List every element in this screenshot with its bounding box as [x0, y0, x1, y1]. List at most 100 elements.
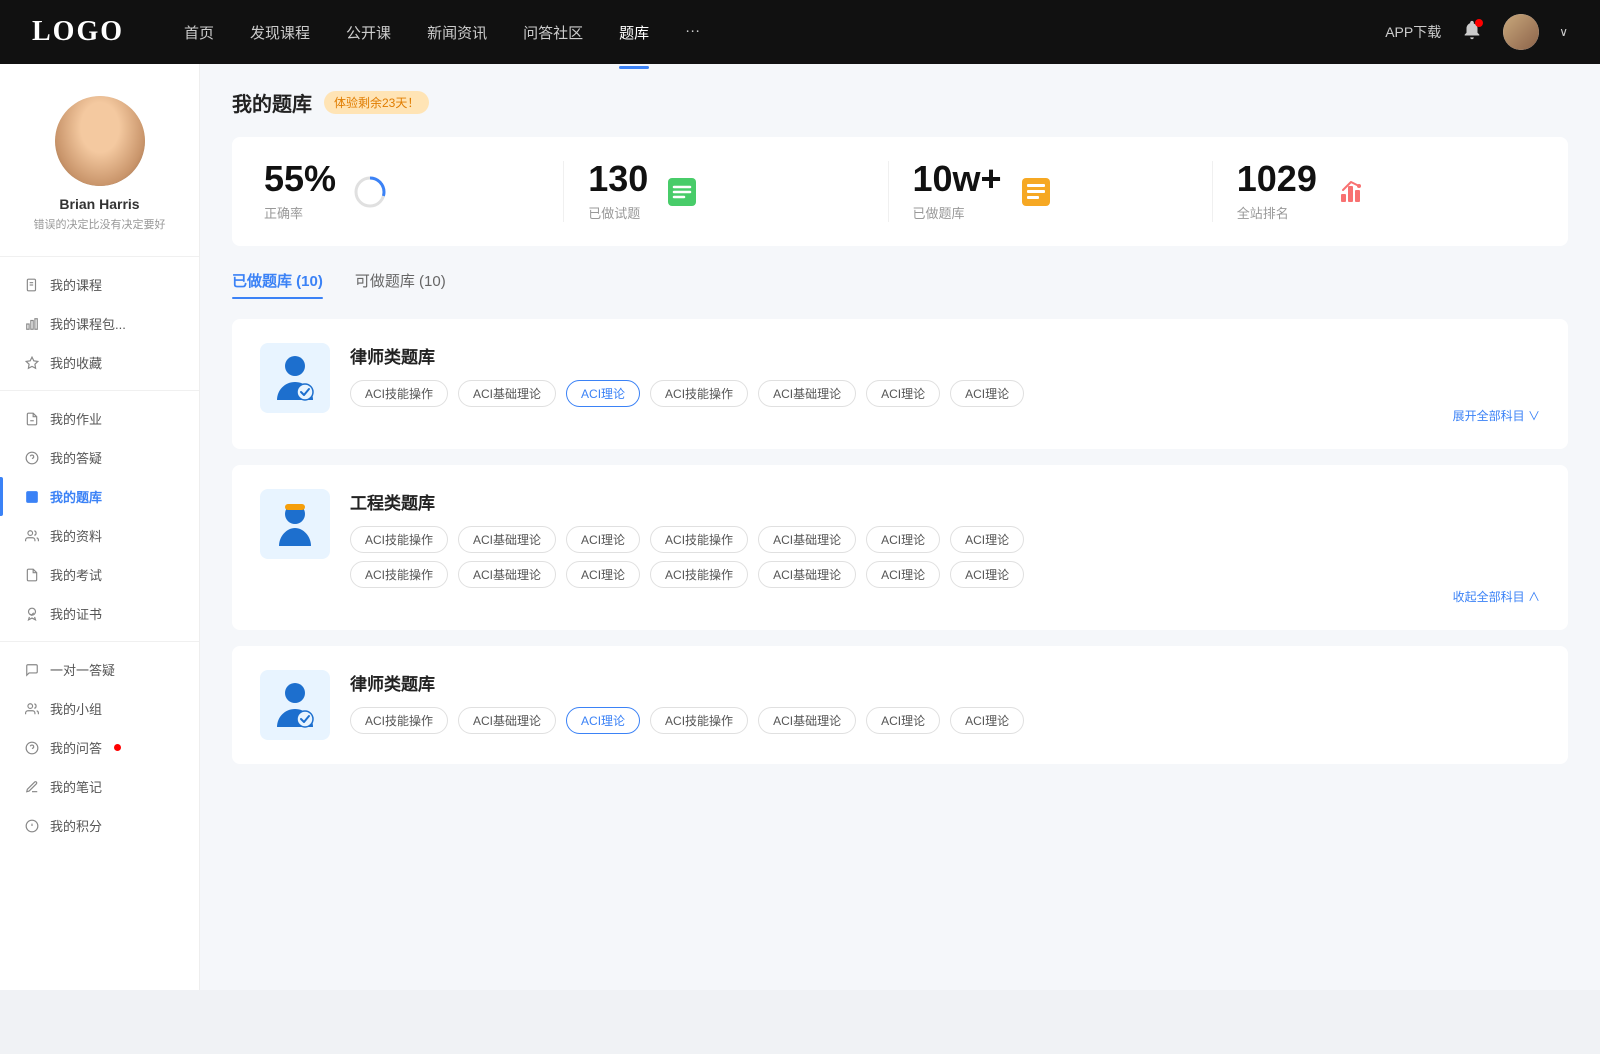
tag-6[interactable]: ACI理论 [866, 380, 940, 407]
sidebar-divider-3 [0, 641, 199, 642]
engineer-figure-icon [269, 498, 321, 550]
sidebar-item-notes[interactable]: 我的笔记 [0, 767, 199, 806]
profile-icon [24, 528, 40, 544]
sidebar-item-course-package[interactable]: 我的课程包... [0, 304, 199, 343]
sidebar-item-homework[interactable]: 我的作业 [0, 399, 199, 438]
etag-r2-4[interactable]: ACI技能操作 [650, 561, 748, 588]
ltag2-4[interactable]: ACI技能操作 [650, 707, 748, 734]
sidebar-item-certificate[interactable]: 我的证书 [0, 594, 199, 633]
nav-open-course[interactable]: 公开课 [346, 18, 391, 47]
sidebar-item-favorites[interactable]: 我的收藏 [0, 343, 199, 382]
sidebar-item-points[interactable]: 我的积分 [0, 806, 199, 845]
etag-7[interactable]: ACI理论 [950, 526, 1024, 553]
stat-banks-number-area: 10w+ 已做题库 [913, 161, 1002, 222]
etag-2[interactable]: ACI基础理论 [458, 526, 556, 553]
qbank-icon-engineer [260, 489, 330, 559]
layout: Brian Harris 错误的决定比没有决定要好 我的课程 我的课程包... [0, 64, 1600, 990]
etag-r2-3[interactable]: ACI理论 [566, 561, 640, 588]
expand-link-lawyer-1[interactable]: 展开全部科目 ∨ [1453, 409, 1540, 423]
stat-done-banks: 10w+ 已做题库 [889, 161, 1213, 222]
sidebar-label: 我的收藏 [50, 353, 102, 372]
ltag2-3-active[interactable]: ACI理论 [566, 707, 640, 734]
collapse-link-engineer[interactable]: 收起全部科目 ∧ [1453, 590, 1540, 604]
ltag2-7[interactable]: ACI理论 [950, 707, 1024, 734]
avatar-image [1503, 14, 1539, 50]
qbank-title-lawyer-2: 律师类题库 [350, 670, 1540, 695]
tab-available[interactable]: 可做题库 (10) [355, 270, 446, 299]
sidebar-item-my-courses[interactable]: 我的课程 [0, 265, 199, 304]
sidebar-item-one-on-one[interactable]: 一对一答疑 [0, 650, 199, 689]
nav-more[interactable]: ··· [685, 18, 700, 47]
ltag2-1[interactable]: ACI技能操作 [350, 707, 448, 734]
tag-3-active[interactable]: ACI理论 [566, 380, 640, 407]
nav-question-bank[interactable]: 题库 [619, 18, 649, 47]
tag-2[interactable]: ACI基础理论 [458, 380, 556, 407]
stat-ranking-label: 全站排名 [1237, 203, 1317, 222]
etag-4[interactable]: ACI技能操作 [650, 526, 748, 553]
notification-bell[interactable] [1461, 19, 1483, 46]
stat-done-number: 130 [588, 161, 648, 197]
sidebar-item-my-qa[interactable]: 我的问答 [0, 728, 199, 767]
sidebar-item-profile[interactable]: 我的资料 [0, 516, 199, 555]
etag-r2-7[interactable]: ACI理论 [950, 561, 1024, 588]
etag-r2-1[interactable]: ACI技能操作 [350, 561, 448, 588]
stat-accuracy-number: 55% [264, 161, 336, 197]
sidebar-label: 我的积分 [50, 816, 102, 835]
qbank-icon-lawyer-2 [260, 670, 330, 740]
notes-icon [24, 779, 40, 795]
nav-home[interactable]: 首页 [184, 18, 214, 47]
sidebar-item-qa[interactable]: 我的答疑 [0, 438, 199, 477]
tag-4[interactable]: ACI技能操作 [650, 380, 748, 407]
nav: 首页 发现课程 公开课 新闻资讯 问答社区 题库 ··· [184, 18, 1385, 47]
qbank-icon-lawyer [260, 343, 330, 413]
qbank-content-lawyer-1: 律师类题库 ACI技能操作 ACI基础理论 ACI理论 ACI技能操作 ACI基… [350, 343, 1540, 425]
sidebar-item-question-bank[interactable]: 我的题库 [0, 477, 199, 516]
tag-1[interactable]: ACI技能操作 [350, 380, 448, 407]
bank-stat-icon [1020, 176, 1052, 208]
notes-stat-icon [666, 176, 698, 208]
done-questions-icon-area [662, 172, 702, 212]
etag-r2-6[interactable]: ACI理论 [866, 561, 940, 588]
tab-done[interactable]: 已做题库 (10) [232, 270, 323, 299]
etag-5[interactable]: ACI基础理论 [758, 526, 856, 553]
user-dropdown-arrow[interactable]: ∨ [1559, 25, 1568, 39]
sidebar-label: 我的课程 [50, 275, 102, 294]
logo[interactable]: LOGO [32, 16, 124, 48]
sidebar-item-exam[interactable]: 我的考试 [0, 555, 199, 594]
header: LOGO 首页 发现课程 公开课 新闻资讯 问答社区 题库 ··· APP下载 … [0, 0, 1600, 64]
etag-1[interactable]: ACI技能操作 [350, 526, 448, 553]
user-avatar [55, 96, 145, 186]
etag-3[interactable]: ACI理论 [566, 526, 640, 553]
stat-accuracy: 55% 正确率 [264, 161, 564, 222]
sidebar-label: 我的答疑 [50, 448, 102, 467]
bar-chart-icon [24, 316, 40, 332]
nav-discover[interactable]: 发现课程 [250, 18, 310, 47]
sidebar-label: 我的小组 [50, 699, 102, 718]
ltag2-5[interactable]: ACI基础理论 [758, 707, 856, 734]
tag-5[interactable]: ACI基础理论 [758, 380, 856, 407]
header-right: APP下载 ∨ [1385, 14, 1568, 50]
etag-r2-5[interactable]: ACI基础理论 [758, 561, 856, 588]
pie-chart-icon [352, 174, 388, 210]
sidebar-item-group[interactable]: 我的小组 [0, 689, 199, 728]
tag-7[interactable]: ACI理论 [950, 380, 1024, 407]
etag-r2-2[interactable]: ACI基础理论 [458, 561, 556, 588]
app-download-link[interactable]: APP下载 [1385, 22, 1441, 42]
sidebar-label: 我的课程包... [50, 314, 126, 333]
qbank-icon [24, 489, 40, 505]
sidebar-menu: 我的课程 我的课程包... 我的收藏 我的作业 [0, 265, 199, 845]
accuracy-icon-area [350, 172, 390, 212]
sidebar: Brian Harris 错误的决定比没有决定要好 我的课程 我的课程包... [0, 64, 200, 990]
homework-icon [24, 411, 40, 427]
user-avatar-area: Brian Harris 错误的决定比没有决定要好 [34, 96, 166, 232]
nav-news[interactable]: 新闻资讯 [427, 18, 487, 47]
avatar[interactable] [1503, 14, 1539, 50]
ltag2-2[interactable]: ACI基础理论 [458, 707, 556, 734]
etag-6[interactable]: ACI理论 [866, 526, 940, 553]
ltag2-6[interactable]: ACI理论 [866, 707, 940, 734]
stats-row: 55% 正确率 130 已做试题 [232, 137, 1568, 246]
stat-done-label: 已做试题 [588, 203, 648, 222]
lawyer-figure-icon [269, 352, 321, 404]
nav-qa[interactable]: 问答社区 [523, 18, 583, 47]
qbank-tags-lawyer-1: ACI技能操作 ACI基础理论 ACI理论 ACI技能操作 ACI基础理论 AC… [350, 380, 1540, 407]
